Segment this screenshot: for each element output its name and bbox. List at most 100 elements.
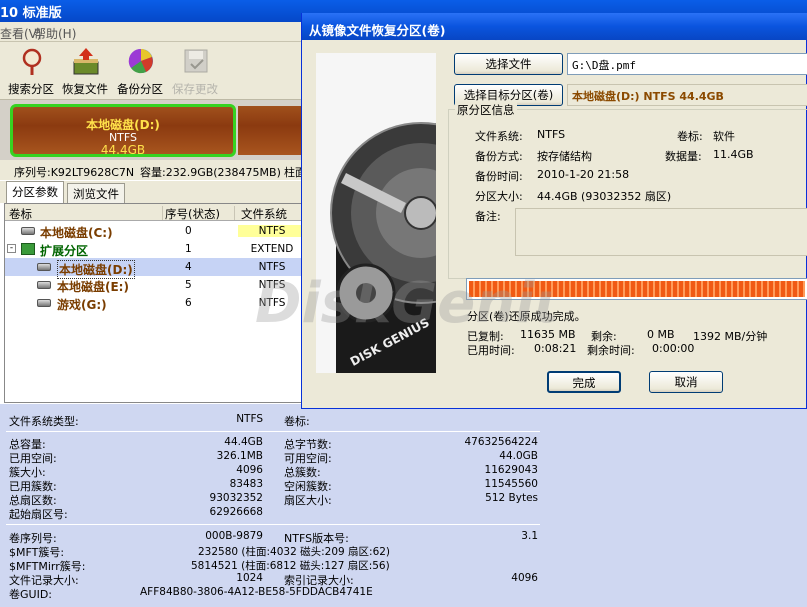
mft-cluster-value: 232580 (柱面:4032 磁头:209 扇区:62): [198, 546, 391, 558]
row-fs: NTFS: [258, 261, 286, 273]
prop-value: 4096: [236, 464, 263, 476]
info-size-value: 44.4GB (93032352 扇区): [537, 190, 672, 203]
tree-row[interactable]: - 扩展分区 1 EXTEND: [5, 240, 308, 258]
row-fs: NTFS: [258, 297, 286, 309]
info-datasize-label: 数据量:: [665, 150, 702, 163]
backup-partition-button[interactable]: 备份分区: [112, 44, 168, 98]
ntfs-version-value: 3.1: [521, 530, 538, 542]
partition-block-next[interactable]: [238, 106, 307, 155]
tree-header: 卷标 序号(状态) 文件系统: [5, 204, 308, 221]
prop-value: 83483: [229, 478, 263, 490]
tree-row[interactable]: 本地磁盘(C:) 0 NTFS: [5, 222, 308, 240]
save-changes-label: 保存更改: [172, 82, 218, 96]
prop-value: 62926668: [209, 506, 263, 518]
tree-row[interactable]: 本地磁盘(E:) 5 NTFS: [5, 276, 308, 294]
remaining-time-label: 剩余时间:: [587, 344, 635, 357]
recover-files-icon: [73, 48, 99, 75]
tab-browse-files[interactable]: 浏览文件: [67, 183, 125, 203]
save-changes-icon: [184, 49, 208, 73]
partition-block-size: 44.4GB: [100, 143, 146, 157]
copied-value: 11635 MB: [520, 328, 576, 341]
index-size-value: 4096: [511, 572, 538, 584]
fs-type-label: 文件系统类型:: [9, 415, 79, 428]
dialog-title-bar[interactable]: 从镜像文件恢复分区(卷): [302, 13, 807, 40]
info-note-label: 备注:: [475, 210, 501, 223]
volume-guid-value: AFF84B80-3806-4A12-BE58-5FDDACB4741E: [140, 586, 373, 598]
row-index: 4: [185, 261, 192, 273]
col-index[interactable]: 序号(状态): [165, 206, 235, 221]
disk-drive-icon: [37, 263, 51, 271]
disk-info-line: 序列号:K92LT9628C7N 容量:232.9GB(238475MB) 柱面: [0, 160, 307, 180]
prop-label: 扇区大小:: [284, 494, 332, 507]
info-volume-label: 卷标:: [677, 130, 703, 143]
remaining-value: 0 MB: [647, 328, 675, 341]
group-title: 原分区信息: [455, 102, 517, 118]
row-fs: NTFS: [258, 279, 286, 291]
elapsed-label: 已用时间:: [467, 344, 515, 357]
remaining-time-value: 0:00:00: [652, 342, 695, 355]
collapse-icon[interactable]: -: [7, 244, 16, 253]
partition-block-d[interactable]: 本地磁盘(D:) NTFS 44.4GB: [10, 104, 236, 157]
info-time-value: 2010-1-20 21:58: [537, 168, 630, 181]
row-fs: EXTEND: [250, 243, 294, 255]
disk-serial: 序列号:K92LT9628C7N: [14, 166, 135, 179]
dialog-title: 从镜像文件恢复分区(卷): [309, 23, 446, 38]
finish-button[interactable]: 完成: [547, 371, 621, 393]
row-index: 6: [185, 297, 192, 309]
elapsed-value: 0:08:21: [534, 342, 577, 355]
progress-fill: [469, 281, 805, 297]
row-name: 本地磁盘(C:): [40, 226, 113, 240]
partition-tree: 卷标 序号(状态) 文件系统 本地磁盘(C:) 0 NTFS - 扩展分区 1 …: [4, 203, 308, 403]
search-partition-label: 搜索分区: [8, 82, 54, 96]
prop-value: 512 Bytes: [485, 492, 538, 504]
search-partition-icon: [22, 48, 42, 75]
save-changes-button[interactable]: 保存更改: [167, 44, 223, 98]
backup-partition-label: 备份分区: [117, 82, 163, 96]
info-fs-label: 文件系统:: [475, 130, 523, 143]
tree-row-selected[interactable]: 本地磁盘(D:) 4 NTFS: [5, 258, 308, 279]
row-name: 扩展分区: [40, 244, 89, 258]
hard-disk-illustration: DISK GENIUS: [316, 53, 436, 373]
mftmirr-cluster-value: 5814521 (柱面:6812 磁头:127 扇区:56): [191, 560, 390, 572]
backup-partition-icon: [128, 48, 153, 74]
select-file-button[interactable]: 选择文件: [454, 53, 563, 75]
fs-type-value: NTFS: [236, 413, 263, 425]
row-fs: NTFS: [238, 225, 306, 237]
info-datasize-value: 11.4GB: [713, 148, 754, 161]
source-partition-info: 原分区信息 文件系统: NTFS 卷标: 软件 备份方式: 按存储结构 数据量:…: [448, 102, 807, 279]
row-index: 5: [185, 279, 192, 291]
row-index: 0: [185, 225, 192, 237]
status-text: 分区(卷)还原成功完成。: [467, 310, 586, 323]
speed-value: 1392 MB/分钟: [693, 330, 768, 343]
row-name: 本地磁盘(E:): [57, 280, 129, 294]
tab-strip: 分区参数 浏览文件: [0, 181, 307, 203]
search-partition-button[interactable]: 搜索分区: [3, 44, 59, 98]
info-mode-label: 备份方式:: [475, 150, 523, 163]
target-partition-field: 本地磁盘(D:) NTFS 44.4GB: [567, 84, 807, 106]
disk-map-bar: 本地磁盘(D:) NTFS 44.4GB: [0, 100, 307, 160]
col-filesystem[interactable]: 文件系统: [241, 206, 307, 221]
volume-serial-value: 000B-9879: [205, 530, 263, 542]
volume-label-label: 卷标:: [284, 415, 310, 428]
recover-files-button[interactable]: 恢复文件: [57, 44, 113, 98]
menu-help[interactable]: 帮助(H): [34, 25, 76, 42]
disk-drive-icon: [37, 281, 51, 289]
file-path-field[interactable]: G:\D盘.pmf: [567, 53, 807, 75]
prop-value: 11629043: [484, 464, 538, 476]
divider: [6, 431, 540, 432]
info-volume-value: 软件: [713, 130, 735, 143]
tree-row[interactable]: 游戏(G:) 6 NTFS: [5, 294, 308, 312]
disk-banner-image: DISK GENIUS: [316, 53, 436, 373]
extended-partition-icon: [21, 243, 35, 255]
col-volume[interactable]: 卷标: [9, 206, 163, 221]
partition-properties: 文件系统类型: NTFS 卷标: 总容量: 44.4GB 已用空间: 326.1…: [0, 404, 807, 607]
app-title: 10 标准版: [0, 6, 62, 21]
tab-partition-params[interactable]: 分区参数: [6, 181, 64, 203]
disk-capacity: 容量:232.9GB(238475MB): [140, 166, 281, 179]
info-mode-value: 按存储结构: [537, 150, 592, 163]
note-box: [515, 208, 807, 256]
cancel-button[interactable]: 取消: [649, 371, 723, 393]
prop-value: 47632564224: [464, 436, 539, 448]
prop-value: 93032352: [209, 492, 263, 504]
divider: [6, 524, 540, 525]
